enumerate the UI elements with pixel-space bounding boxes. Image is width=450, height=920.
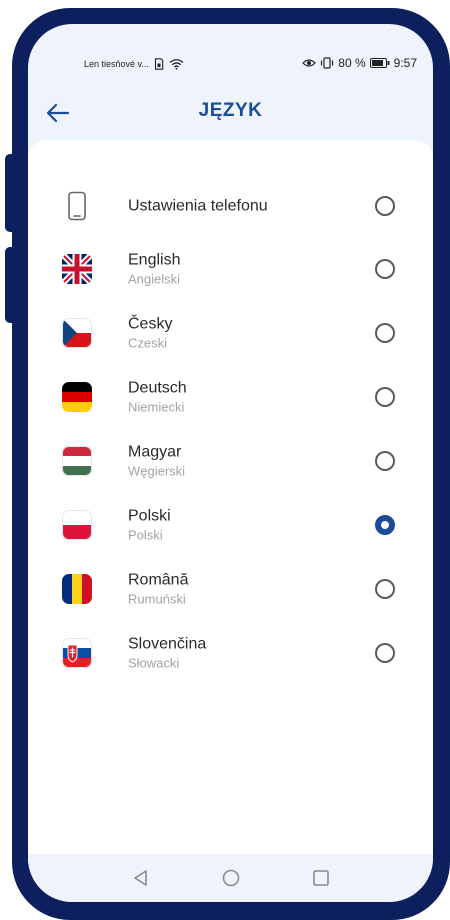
recents-square-icon[interactable]: [312, 869, 330, 887]
flag-hu-icon: [62, 446, 92, 476]
flag-sk-icon: [62, 638, 92, 668]
language-name: English: [128, 251, 181, 269]
language-radio-czech[interactable]: [375, 323, 395, 343]
phone-screen: Len tiesňové v... 80 % 9:57 JĘZYK Ustawi…: [28, 24, 433, 902]
flag-cz-icon: [62, 318, 92, 348]
language-radio-phone-settings[interactable]: [375, 196, 395, 216]
language-subtitle: Czeski: [128, 335, 168, 351]
language-item-slovak[interactable]: Slovenčina Słowacki: [28, 625, 433, 681]
language-name: Polski: [128, 507, 171, 525]
app-bar: JĘZYK: [28, 88, 433, 138]
language-radio-slovak[interactable]: [375, 643, 395, 663]
language-item-czech[interactable]: Česky Czeski: [28, 305, 433, 361]
language-name: Česky: [128, 315, 173, 333]
vibrate-icon: [321, 57, 334, 69]
language-radio-german[interactable]: [375, 387, 395, 407]
language-subtitle: Angielski: [128, 271, 181, 287]
language-item-romanian[interactable]: Română Rumuński: [28, 561, 433, 617]
language-subtitle: Polski: [128, 527, 163, 543]
language-text: Česky Czeski: [128, 314, 172, 353]
wifi-icon: [169, 59, 184, 70]
language-item-english[interactable]: English Angielski: [28, 241, 433, 297]
language-text: Ustawienia telefonu: [128, 196, 268, 217]
language-text: Slovenčina Słowacki: [128, 634, 206, 673]
home-circle-icon[interactable]: [222, 869, 240, 887]
battery-icon: [369, 58, 390, 68]
flag-pl-icon: [62, 510, 92, 540]
language-subtitle: Słowacki: [128, 655, 180, 671]
language-name: Slovenčina: [128, 635, 207, 653]
status-left: Len tiesňové v...: [84, 58, 184, 70]
sim-icon: [154, 58, 164, 70]
system-navigation-bar: [28, 854, 433, 902]
language-item-hungarian[interactable]: Magyar Węgierski: [28, 433, 433, 489]
status-bar: Len tiesňové v... 80 % 9:57: [28, 24, 433, 72]
status-right: 80 % 9:57: [302, 56, 417, 70]
eye-icon: [302, 59, 317, 67]
language-subtitle: Rumuński: [128, 591, 186, 607]
language-text: Română Rumuński: [128, 570, 188, 609]
language-radio-english[interactable]: [375, 259, 395, 279]
back-triangle-icon[interactable]: [132, 869, 150, 887]
language-text: Deutsch Niemiecki: [128, 378, 187, 417]
language-subtitle: Niemiecki: [128, 399, 185, 415]
language-radio-hungarian[interactable]: [375, 451, 395, 471]
language-item-polish[interactable]: Polski Polski: [28, 497, 433, 553]
flag-uk-icon: [62, 254, 92, 284]
language-name: Română: [128, 571, 189, 589]
flag-ro-icon: [62, 574, 92, 604]
language-radio-romanian[interactable]: [375, 579, 395, 599]
phone-frame: Len tiesňové v... 80 % 9:57 JĘZYK Ustawi…: [12, 8, 450, 920]
language-list: Ustawienia telefonu English Angielski Če…: [28, 140, 433, 854]
language-text: English Angielski: [128, 250, 180, 289]
language-name: Deutsch: [128, 379, 187, 397]
language-radio-polish[interactable]: [375, 515, 395, 535]
language-item-phone-settings[interactable]: Ustawienia telefonu: [28, 178, 433, 234]
page-title: JĘZYK: [198, 100, 263, 121]
language-item-german[interactable]: Deutsch Niemiecki: [28, 369, 433, 425]
language-text: Magyar Węgierski: [128, 442, 185, 481]
language-text: Polski Polski: [128, 506, 171, 545]
language-subtitle: Węgierski: [128, 463, 186, 479]
phone-icon: [62, 191, 92, 221]
language-name: Magyar: [128, 443, 182, 461]
battery-percent: 80 %: [338, 56, 366, 70]
carrier-text: Len tiesňové v...: [84, 59, 149, 69]
clock-time: 9:57: [393, 56, 417, 70]
flag-de-icon: [62, 382, 92, 412]
language-name: Ustawienia telefonu: [128, 197, 268, 215]
